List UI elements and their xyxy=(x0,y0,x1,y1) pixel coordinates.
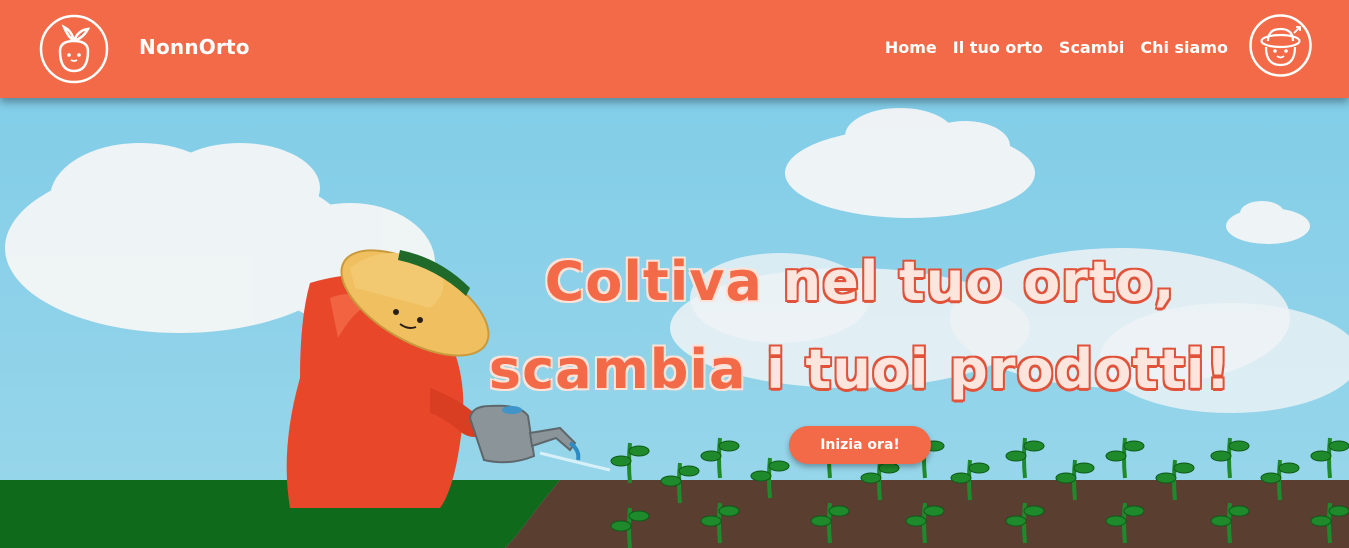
headline-rest-2: i tuoi prodotti! xyxy=(746,338,1232,401)
headline-line-2: scambia i tuoi prodotti! xyxy=(480,326,1240,414)
farmer-avatar-icon[interactable] xyxy=(1248,13,1313,78)
nav-scambi[interactable]: Scambi xyxy=(1059,38,1124,57)
nav-il-tuo-orto[interactable]: Il tuo orto xyxy=(953,38,1043,57)
hero: Coltiva nel tuo orto, scambia i tuoi pro… xyxy=(0,98,1349,548)
water-stream xyxy=(539,451,611,472)
nav-chi-siamo[interactable]: Chi siamo xyxy=(1140,38,1228,57)
nav-home[interactable]: Home xyxy=(885,38,937,57)
grass-ground xyxy=(0,480,560,548)
hero-headline: Coltiva nel tuo orto, scambia i tuoi pro… xyxy=(480,238,1240,414)
headline-accent-1: Coltiva xyxy=(544,250,763,313)
navbar: NonnOrto Home Il tuo orto Scambi Chi sia… xyxy=(0,0,1349,98)
start-now-button[interactable]: Inizia ora! xyxy=(789,426,931,464)
headline-line-1: Coltiva nel tuo orto, xyxy=(480,238,1240,326)
headline-rest-1: nel tuo orto, xyxy=(762,250,1176,313)
headline-accent-2: scambia xyxy=(488,338,747,401)
brand-name[interactable]: NonnOrto xyxy=(139,35,250,59)
main-nav: Home Il tuo orto Scambi Chi siamo xyxy=(885,38,1228,57)
sprout-logo-icon[interactable] xyxy=(38,13,110,85)
